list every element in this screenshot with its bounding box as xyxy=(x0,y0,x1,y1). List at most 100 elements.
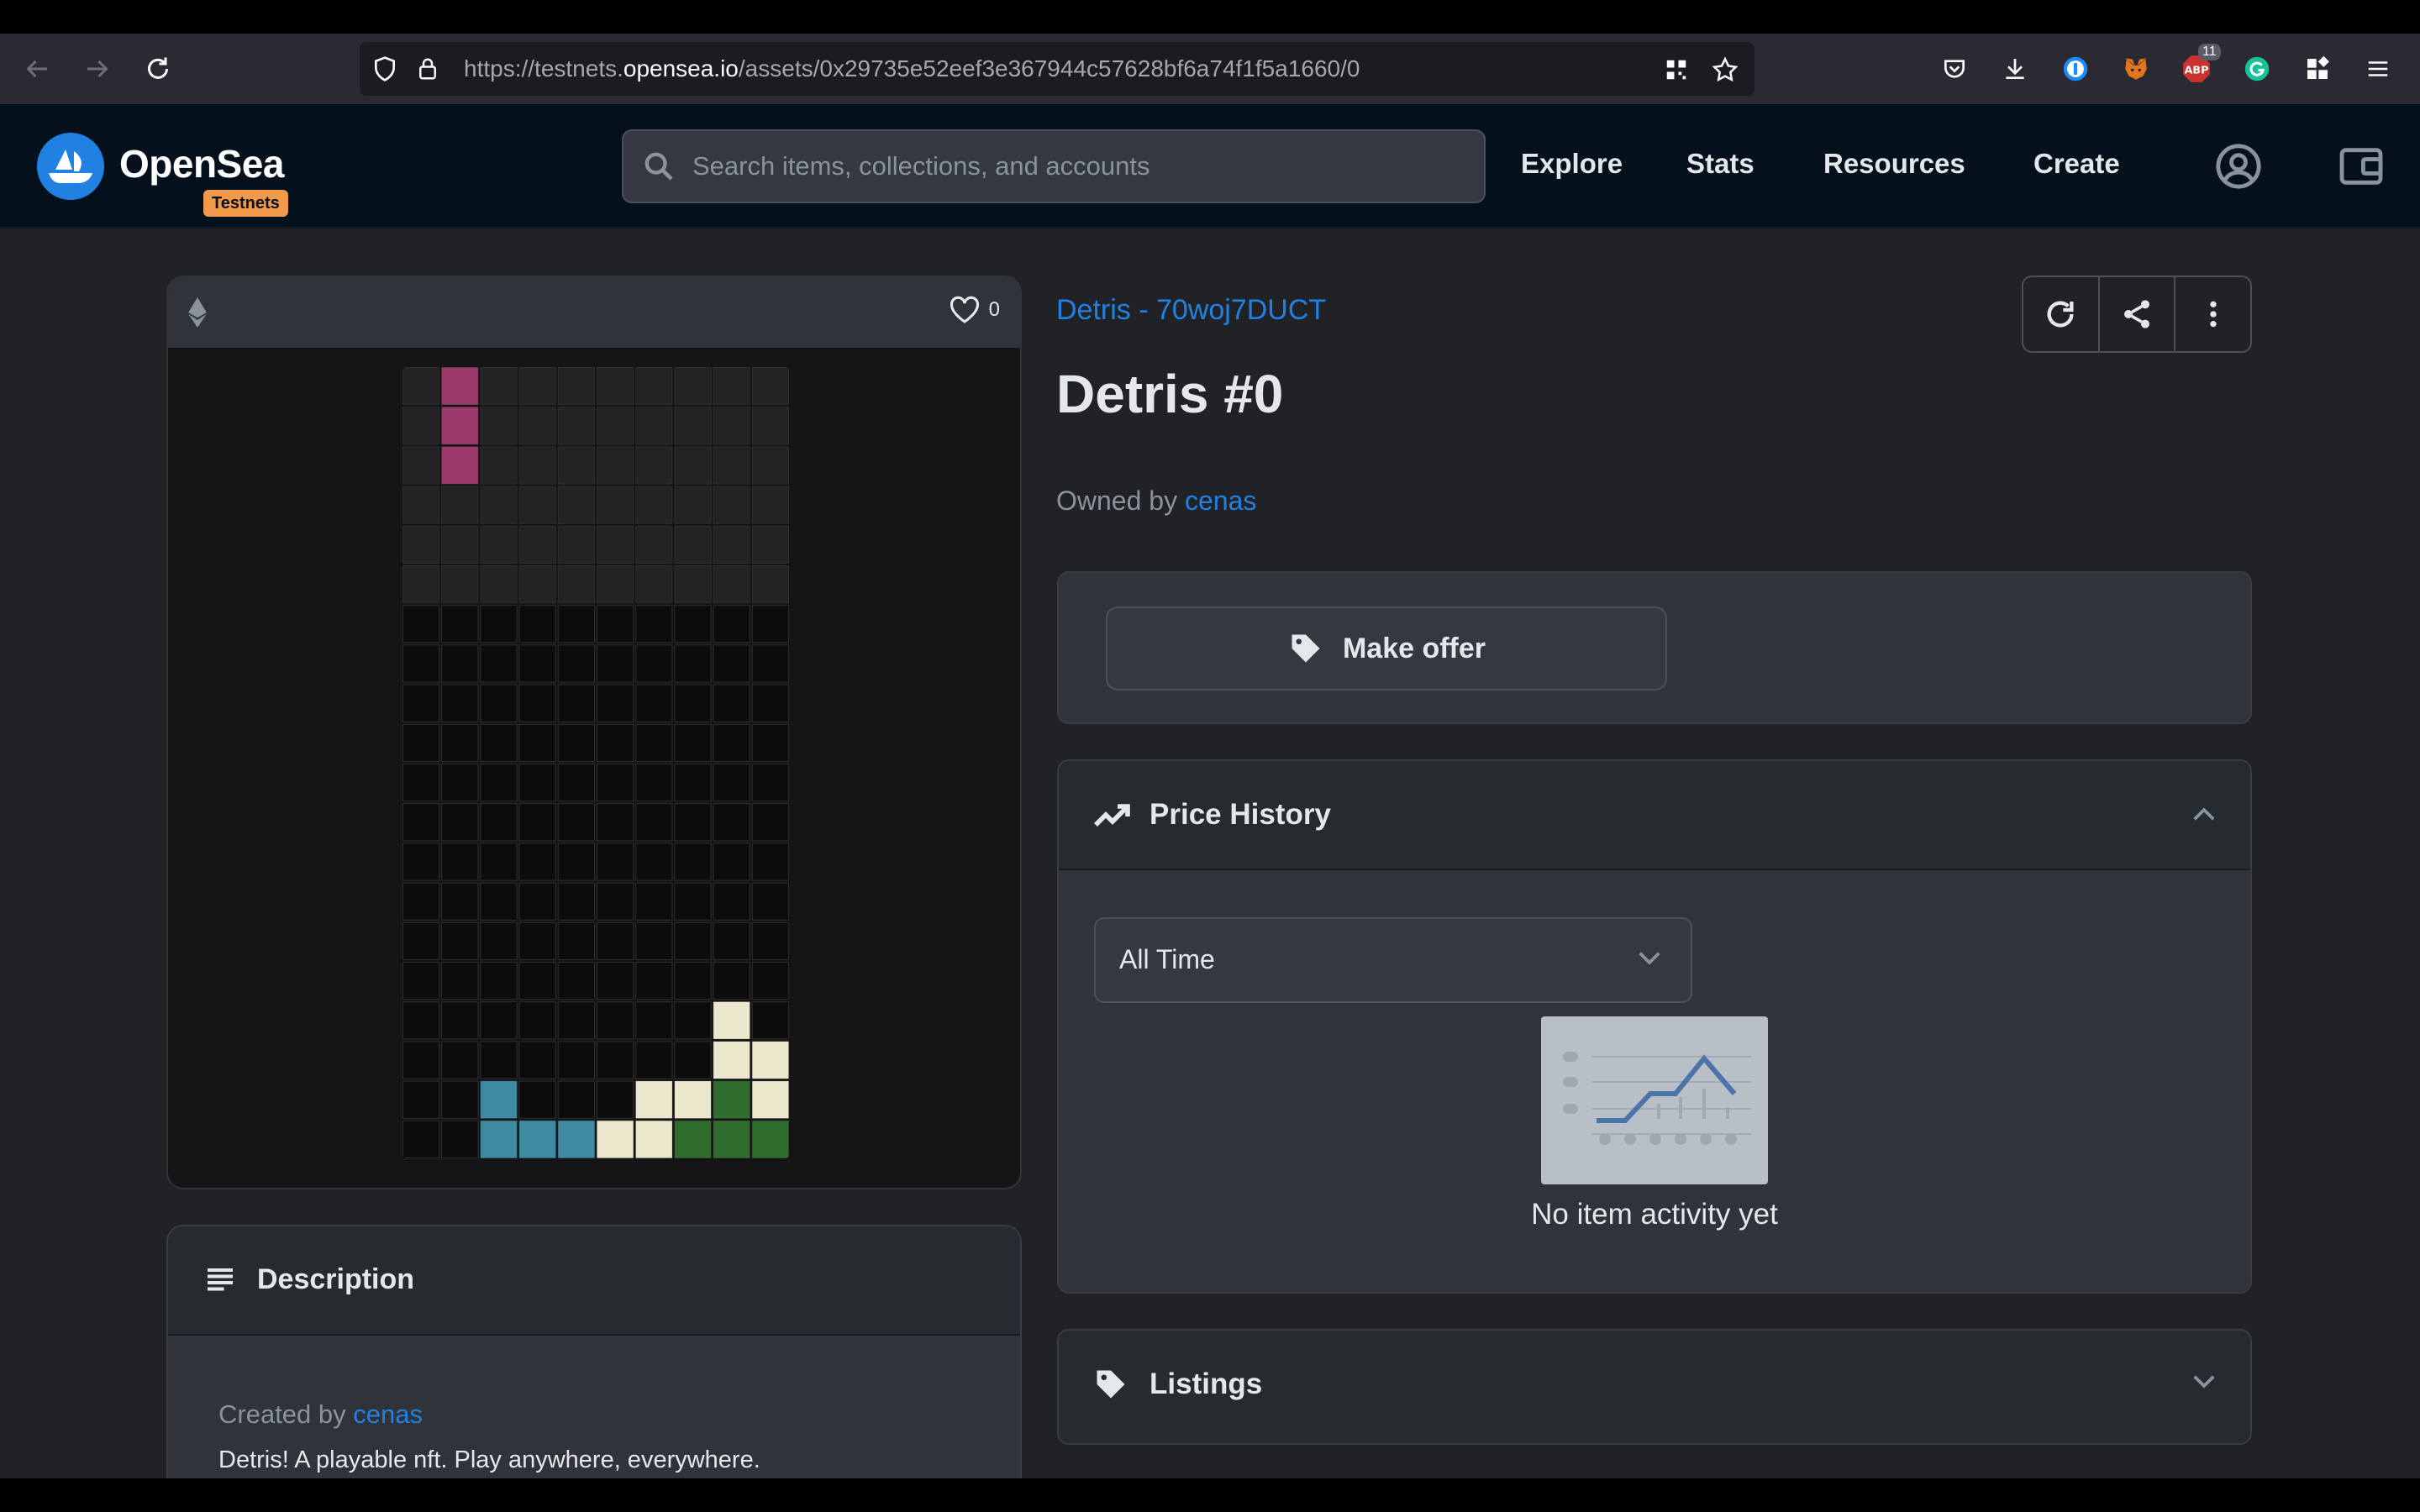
board-cell xyxy=(402,644,440,683)
nav-stats[interactable]: Stats xyxy=(1686,148,1754,180)
board-cell xyxy=(557,921,596,960)
board-cell xyxy=(674,921,712,960)
nav-resources[interactable]: Resources xyxy=(1823,148,1965,180)
forward-button[interactable] xyxy=(79,50,116,87)
price-history-header[interactable]: Price History xyxy=(1059,761,2250,870)
item-action-group xyxy=(2022,276,2252,353)
board-cell xyxy=(441,1001,479,1040)
board-cell xyxy=(480,962,518,1000)
board-cell xyxy=(635,407,673,445)
board-cell xyxy=(557,446,596,485)
game-board[interactable] xyxy=(402,366,790,1159)
board-cell xyxy=(441,882,479,921)
trending-up-icon xyxy=(1094,804,1130,827)
board-cell xyxy=(674,486,712,524)
more-vertical-icon xyxy=(2210,301,2217,328)
board-cell xyxy=(597,486,634,524)
time-range-select[interactable]: All Time xyxy=(1094,917,1692,1003)
grammarly-icon[interactable] xyxy=(2240,52,2274,86)
shield-icon[interactable] xyxy=(371,55,398,82)
board-cell xyxy=(402,367,440,406)
share-button[interactable] xyxy=(2100,277,2176,351)
board-cell xyxy=(480,407,518,445)
board-cell xyxy=(597,1001,634,1040)
board-cell xyxy=(674,1041,712,1079)
game-board-grid xyxy=(402,366,790,1159)
board-cell xyxy=(518,684,556,722)
board-cell xyxy=(751,525,789,564)
board-cell xyxy=(557,644,596,683)
search-box[interactable] xyxy=(622,129,1486,203)
board-cell xyxy=(674,446,712,485)
board-cell xyxy=(713,921,750,960)
tetromino-block xyxy=(480,1081,518,1119)
extensions-icon[interactable] xyxy=(2301,52,2334,86)
board-cell xyxy=(751,605,789,643)
board-cell xyxy=(674,565,712,604)
owner-link[interactable]: cenas xyxy=(1185,486,1256,516)
metamask-fox-icon[interactable] xyxy=(2119,52,2153,86)
opensea-logo-icon[interactable] xyxy=(37,133,104,200)
board-cell xyxy=(480,882,518,921)
os-menubar xyxy=(0,0,2420,34)
board-cell xyxy=(441,962,479,1000)
back-button[interactable] xyxy=(18,50,55,87)
downloads-icon[interactable] xyxy=(1998,52,2032,86)
password-manager-icon[interactable] xyxy=(2059,52,2092,86)
logo-text[interactable]: OpenSea xyxy=(119,141,284,186)
board-cell xyxy=(713,565,750,604)
nav-explore[interactable]: Explore xyxy=(1521,148,1623,180)
bookmark-star-icon[interactable] xyxy=(1711,55,1739,84)
board-cell xyxy=(597,367,634,406)
board-cell xyxy=(751,962,789,1000)
favorite-button[interactable]: 0 xyxy=(949,296,1000,324)
board-cell xyxy=(402,565,440,604)
collection-link[interactable]: Detris - 70woj7DUCT xyxy=(1056,294,1326,327)
board-cell xyxy=(480,1041,518,1079)
chevron-up-icon[interactable] xyxy=(2191,805,2217,823)
make-offer-button[interactable]: Make offer xyxy=(1106,606,1667,690)
board-cell xyxy=(518,605,556,643)
tetromino-block xyxy=(674,1121,712,1158)
tetromino-block xyxy=(441,407,478,444)
search-input[interactable] xyxy=(692,131,1449,202)
nav-create[interactable]: Create xyxy=(2033,148,2120,180)
wallet-icon[interactable] xyxy=(2336,141,2386,192)
qr-code-icon[interactable] xyxy=(1664,57,1689,82)
description-header[interactable]: Description xyxy=(168,1226,1020,1336)
board-cell xyxy=(518,1080,556,1119)
tetromino-block xyxy=(597,1121,634,1158)
tetromino-block xyxy=(713,1121,750,1158)
svg-text:ABP: ABP xyxy=(2185,64,2209,76)
board-cell xyxy=(441,1120,479,1158)
description-lines-icon xyxy=(208,1268,233,1291)
adblock-icon[interactable]: ABP 11 xyxy=(2180,44,2221,86)
board-cell xyxy=(713,723,750,762)
pocket-icon[interactable] xyxy=(1938,52,1971,86)
board-cell xyxy=(402,921,440,960)
item-image-card: 0 xyxy=(166,276,1022,1189)
board-cell xyxy=(635,367,673,406)
address-bar[interactable]: https://testnets.opensea.io/assets/0x297… xyxy=(360,42,1754,96)
creator-link[interactable]: cenas xyxy=(353,1399,423,1429)
reload-button[interactable] xyxy=(139,50,176,87)
account-icon[interactable] xyxy=(2213,141,2264,192)
board-cell xyxy=(402,1080,440,1119)
board-cell xyxy=(402,803,440,842)
board-cell xyxy=(597,803,634,842)
board-cell xyxy=(597,684,634,722)
board-cell xyxy=(751,921,789,960)
listings-panel[interactable]: Listings xyxy=(1057,1329,2252,1445)
board-cell xyxy=(557,882,596,921)
description-panel: Description Created by cenas Detris! A p… xyxy=(166,1225,1022,1510)
browser-toolbar: https://testnets.opensea.io/assets/0x297… xyxy=(0,34,2420,104)
hamburger-menu-icon[interactable] xyxy=(2361,52,2395,86)
chevron-down-icon[interactable] xyxy=(2191,1373,2217,1391)
lock-icon[interactable] xyxy=(415,55,440,82)
board-cell xyxy=(402,684,440,722)
refresh-metadata-button[interactable] xyxy=(2023,277,2100,351)
url-text[interactable]: https://testnets.opensea.io/assets/0x297… xyxy=(464,42,1360,96)
heart-icon[interactable] xyxy=(949,296,981,324)
board-cell xyxy=(480,446,518,485)
more-options-button[interactable] xyxy=(2175,277,2250,351)
